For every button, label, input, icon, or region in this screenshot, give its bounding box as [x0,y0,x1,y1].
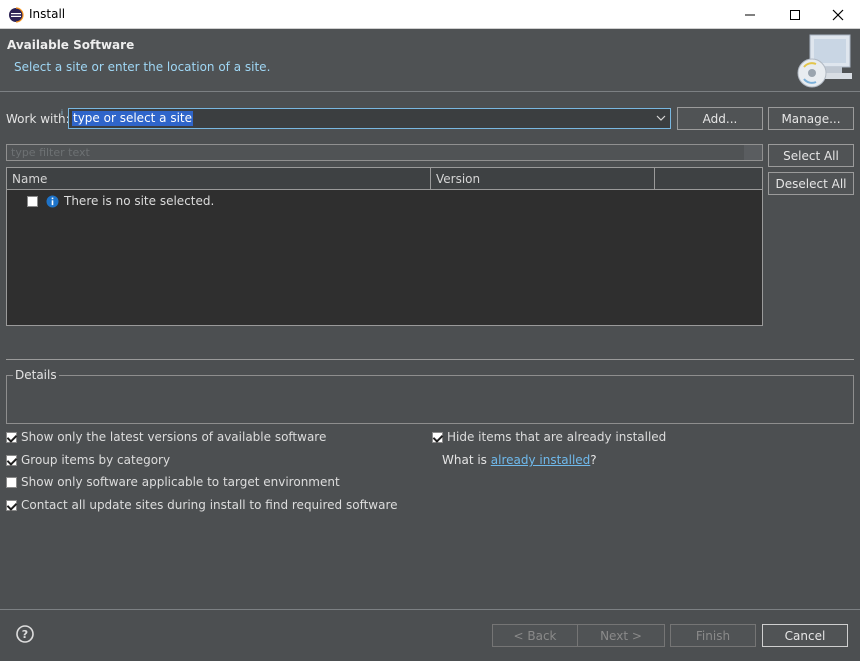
option-hide-installed[interactable]: Hide items that are already installed [432,430,666,444]
filter-input[interactable]: type filter text [6,144,763,161]
wizard-header: Available Software Select a site or ente… [0,29,860,91]
table-row[interactable]: There is no site selected. [27,192,214,210]
deselect-all-button[interactable]: Deselect All [768,172,854,195]
manage-button[interactable]: Manage... [768,107,854,130]
table-header: Name Version [7,168,762,190]
details-legend: Details [13,368,59,382]
column-extra[interactable] [655,168,762,189]
clear-filter-button[interactable] [744,145,762,160]
what-is-installed-text: What is already installed? [442,453,597,467]
finish-button[interactable]: Finish [670,624,756,647]
eclipse-app-icon [9,7,24,23]
work-with-input[interactable]: type or select a site [72,111,194,126]
latest-versions-checkbox[interactable] [6,431,17,443]
footer-separator [0,609,860,610]
page-title: Available Software [7,38,135,52]
row-text: There is no site selected. [64,194,215,208]
details-separator [6,359,854,360]
applicable-only-label: Show only software applicable to target … [21,475,340,489]
group-by-category-label: Group items by category [21,453,171,467]
chevron-down-icon[interactable] [656,114,666,122]
option-group-by-category[interactable]: Group items by category [6,453,170,467]
maximize-icon [790,9,800,20]
help-icon[interactable]: ? [16,625,34,643]
already-installed-link[interactable]: already installed [491,453,591,467]
close-icon [832,9,844,20]
close-button[interactable] [816,0,860,29]
group-by-category-checkbox[interactable] [6,454,17,466]
hide-installed-label: Hide items that are already installed [447,430,667,444]
info-icon [46,195,59,207]
maximize-button[interactable] [773,0,817,29]
option-contact-all-sites[interactable]: Contact all update sites during install … [6,498,398,512]
back-button[interactable]: < Back [492,624,578,647]
details-group: Details [6,368,854,424]
filter-placeholder: type filter text [11,146,90,159]
minimize-button[interactable] [728,0,772,29]
info-decoration-icon: i [61,109,63,116]
cancel-button[interactable]: Cancel [762,624,848,647]
svg-text:?: ? [22,628,28,641]
svg-text:i: i [61,109,63,116]
title-bar: Install [0,0,860,29]
row-checkbox[interactable] [27,195,38,207]
what-is-prefix: What is [442,453,491,467]
applicable-only-checkbox[interactable] [6,476,17,488]
next-button[interactable]: Next > [577,624,665,647]
option-applicable-only[interactable]: Show only software applicable to target … [6,475,340,489]
work-with-combo[interactable]: type or select a site [68,108,671,129]
install-banner-icon [797,34,852,88]
column-name[interactable]: Name [7,168,431,189]
column-version[interactable]: Version [431,168,655,189]
latest-versions-label: Show only the latest versions of availab… [21,430,327,444]
contact-all-sites-label: Contact all update sites during install … [21,498,398,512]
option-latest-versions[interactable]: Show only the latest versions of availab… [6,430,326,444]
software-table[interactable]: Name Version There is no site selected. [6,167,763,326]
hide-installed-checkbox[interactable] [432,431,443,443]
add-button[interactable]: Add... [677,107,763,130]
header-separator [0,91,860,92]
what-is-suffix: ? [590,453,597,467]
minimize-icon [745,14,755,15]
window-title: Install [29,7,66,21]
page-description: Select a site or enter the location of a… [14,60,271,74]
contact-all-sites-checkbox[interactable] [6,499,17,511]
select-all-button[interactable]: Select All [768,144,854,167]
